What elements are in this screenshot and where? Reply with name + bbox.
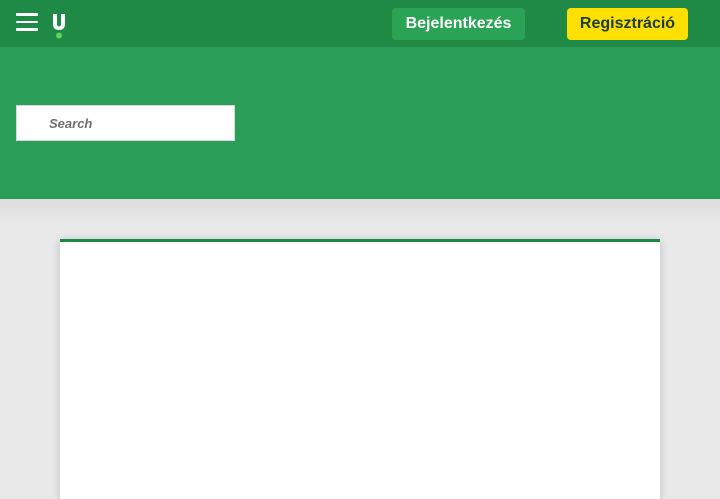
search-input[interactable] xyxy=(17,106,234,140)
hero-banner xyxy=(0,47,720,199)
register-button[interactable]: Regisztráció xyxy=(567,8,688,40)
unibet-logo-icon[interactable] xyxy=(50,12,68,40)
hamburger-menu-icon[interactable] xyxy=(16,13,38,31)
login-button[interactable]: Bejelentkezés xyxy=(392,8,525,40)
content-card xyxy=(60,239,660,499)
search-box xyxy=(16,105,235,141)
top-navigation-bar: Bejelentkezés Regisztráció xyxy=(0,0,720,47)
hero-shadow xyxy=(0,199,720,223)
